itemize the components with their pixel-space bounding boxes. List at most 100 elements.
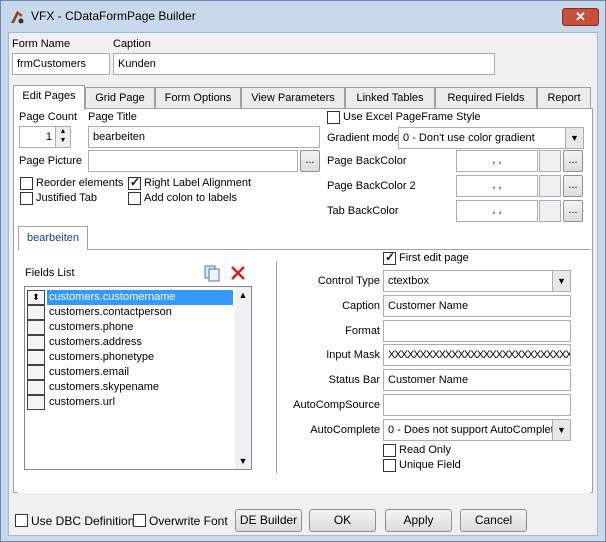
gradient-mode-select[interactable]: 0 - Don't use color gradient ▼ (398, 127, 584, 149)
list-item[interactable]: customers.phonetype (27, 350, 233, 365)
list-item[interactable]: customers.phone (27, 320, 233, 335)
chevron-down-icon[interactable]: ▼ (235, 453, 251, 469)
tab-edit-pages[interactable]: Edit Pages (13, 85, 85, 110)
add-colon-checkbox[interactable] (128, 192, 141, 205)
caption-field-label: Caption (342, 300, 380, 312)
list-item-label: customers.address (49, 336, 142, 348)
reorder-elements-label: Reorder elements (36, 177, 124, 189)
chevron-up-icon[interactable]: ▲ (235, 287, 251, 303)
control-type-value: ctextbox (388, 275, 429, 287)
page-backcolor2-label: Page BackColor 2 (327, 180, 416, 192)
page-title-input[interactable]: bearbeiten (88, 126, 320, 148)
tab-linked-tables[interactable]: Linked Tables (345, 87, 435, 109)
delete-icon[interactable] (228, 263, 248, 283)
divider (276, 261, 277, 473)
app-icon (11, 11, 24, 24)
page-backcolor2-input[interactable]: , , (456, 175, 538, 197)
read-only-checkbox[interactable] (383, 444, 396, 457)
gradient-mode-value: 0 - Don't use color gradient (403, 132, 535, 144)
first-edit-page-label: First edit page (399, 252, 469, 264)
input-mask-input[interactable]: XXXXXXXXXXXXXXXXXXXXXXXXXXXXXXXXXXXXXXXX… (383, 344, 571, 366)
list-item[interactable]: customers.skypename (27, 380, 233, 395)
use-dbc-label: Use DBC Definitions (31, 514, 141, 528)
close-button[interactable]: ✕ (562, 8, 599, 26)
row-selector[interactable] (27, 305, 45, 320)
tab-report[interactable]: Report (537, 87, 591, 109)
page-backcolor2-swatch[interactable] (539, 175, 561, 197)
page-picture-input[interactable] (88, 150, 298, 172)
status-bar-input[interactable]: Customer Name (383, 369, 571, 391)
autocompsource-input[interactable] (383, 394, 571, 416)
window-title: VFX - CDataFormPage Builder (31, 9, 196, 23)
list-item[interactable]: customers.contactperson (27, 305, 233, 320)
justified-tab-checkbox[interactable] (20, 192, 33, 205)
fields-list-scrollbar[interactable]: ▲ ▼ (235, 287, 251, 469)
justified-tab-label: Justified Tab (36, 192, 97, 204)
row-selector[interactable] (27, 335, 45, 350)
tab-view-parameters[interactable]: View Parameters (241, 87, 345, 109)
overwrite-font-checkbox[interactable] (133, 514, 146, 527)
unique-field-label: Unique Field (399, 459, 461, 471)
apply-button[interactable]: Apply (385, 509, 452, 532)
chevron-down-icon[interactable]: ▼ (565, 128, 583, 148)
right-label-alignment-checkbox[interactable] (128, 175, 141, 190)
list-item[interactable]: ⬍ customers.customername (27, 290, 233, 305)
tab-form-options[interactable]: Form Options (155, 87, 241, 109)
tab-backcolor-browse-button[interactable]: ... (563, 200, 583, 222)
fields-list-label: Fields List (25, 267, 75, 279)
add-colon-label: Add colon to labels (144, 192, 237, 204)
form-name-input[interactable]: frmCustomers (12, 53, 110, 75)
chevron-down-icon[interactable]: ▼ (552, 271, 570, 291)
page-backcolor-browse-button[interactable]: ... (563, 150, 583, 172)
page-picture-browse-button[interactable]: ... (300, 150, 320, 172)
autocomplete-label: AutoComplete (310, 424, 380, 436)
row-selector[interactable] (27, 365, 45, 380)
move-handle-icon[interactable]: ⬍ (27, 290, 45, 305)
builder-window: VFX - CDataFormPage Builder ✕ Form Name … (0, 0, 606, 542)
list-item[interactable]: customers.url (27, 395, 233, 410)
status-bar-label: Status Bar (328, 374, 380, 386)
de-builder-button[interactable]: DE Builder (235, 509, 302, 532)
page-backcolor-swatch[interactable] (539, 150, 561, 172)
reorder-elements-checkbox[interactable] (20, 177, 33, 190)
tab-backcolor-swatch[interactable] (539, 200, 561, 222)
caption-input[interactable]: Kunden (113, 53, 495, 75)
cancel-button[interactable]: Cancel (460, 509, 527, 532)
page-backcolor2-browse-button[interactable]: ... (563, 175, 583, 197)
row-selector[interactable] (27, 395, 45, 410)
row-selector[interactable] (27, 320, 45, 335)
input-mask-label: Input Mask (326, 349, 380, 361)
page-picture-label: Page Picture (19, 155, 82, 167)
copy-icon[interactable] (202, 263, 222, 283)
client-area: Form Name Caption frmCustomers Kunden Ed… (8, 32, 598, 536)
use-dbc-checkbox[interactable] (15, 514, 28, 527)
list-item[interactable]: customers.address (27, 335, 233, 350)
list-item-label: customers.customername (47, 290, 233, 305)
page-backcolor-label: Page BackColor (327, 155, 407, 167)
chevron-down-icon[interactable]: ▼ (552, 420, 570, 440)
format-input[interactable] (383, 320, 571, 342)
fields-list[interactable]: ⬍ customers.customername customers.conta… (24, 286, 252, 470)
use-excel-checkbox[interactable] (327, 111, 340, 124)
tab-bearbeiten[interactable]: bearbeiten (18, 226, 88, 250)
unique-field-checkbox[interactable] (383, 459, 396, 472)
control-type-select[interactable]: ctextbox ▼ (383, 270, 571, 292)
autocomplete-select[interactable]: 0 - Does not support AutoComplete ▼ (383, 419, 571, 441)
ok-button[interactable]: OK (309, 509, 376, 532)
list-item[interactable]: customers.email (27, 365, 233, 380)
caption-field-input[interactable]: Customer Name (383, 295, 571, 317)
list-item-label: customers.phonetype (49, 351, 155, 363)
tab-backcolor-label: Tab BackColor (327, 205, 399, 217)
list-item-label: customers.contactperson (49, 306, 172, 318)
page-backcolor-input[interactable]: , , (456, 150, 538, 172)
row-selector[interactable] (27, 380, 45, 395)
spinner-arrows-icon[interactable]: ▲ ▼ (55, 127, 70, 147)
row-selector[interactable] (27, 350, 45, 365)
tab-required-fields[interactable]: Required Fields (435, 87, 537, 109)
format-label: Format (345, 325, 380, 337)
tab-backcolor-input[interactable]: , , (456, 200, 538, 222)
tab-grid-page[interactable]: Grid Page (85, 87, 155, 109)
page-count-value: 1 (45, 131, 52, 143)
first-edit-page-checkbox[interactable] (383, 250, 396, 265)
title-bar[interactable]: VFX - CDataFormPage Builder ✕ (1, 1, 605, 31)
